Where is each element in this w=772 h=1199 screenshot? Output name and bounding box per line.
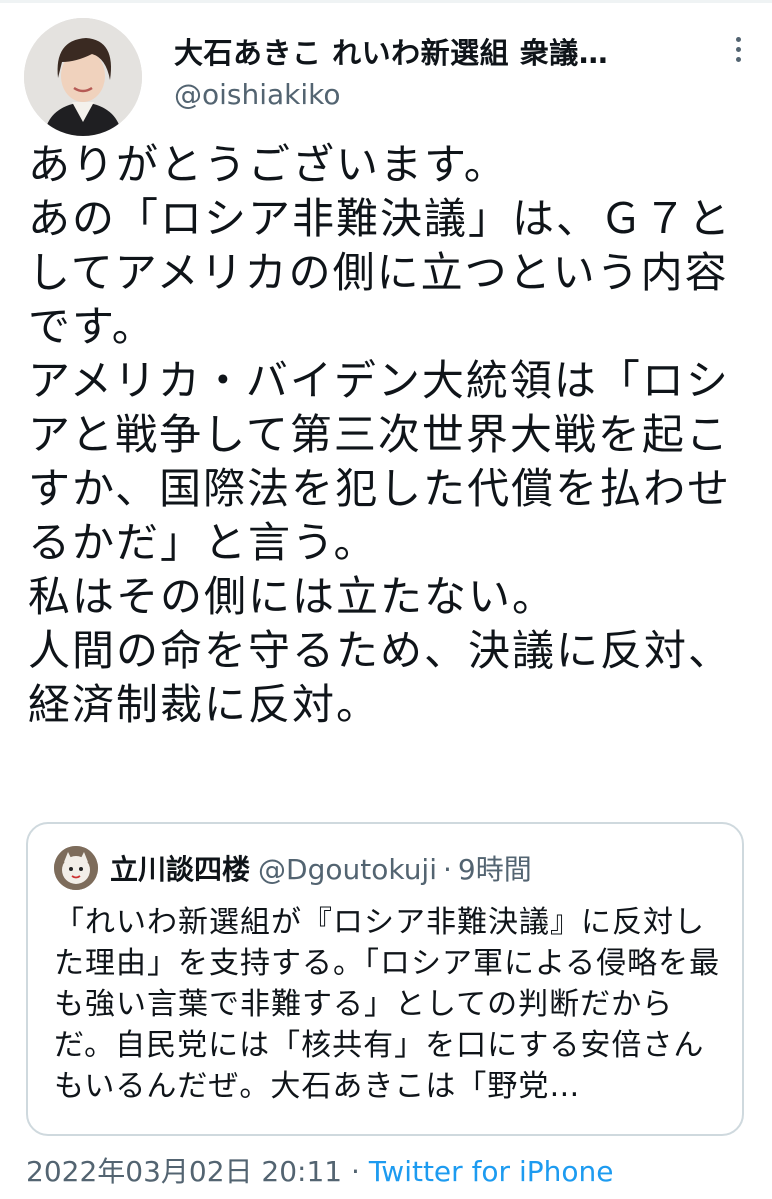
separator-dot: ·	[351, 1155, 360, 1188]
separator-dot: ·	[443, 853, 452, 886]
quoted-tweet-text: 「れいわ新選組が『ロシア非難決議』に反対した理由」を支持する。「ロシア軍による侵…	[54, 905, 721, 1104]
quoted-tweet-header: 立川談四楼 @Dgoutokuji · 9時間	[110, 848, 726, 888]
tweet-source-link[interactable]: Twitter for iPhone	[369, 1155, 614, 1188]
author-display-name[interactable]: 大石あきこ れいわ新選組 衆議…	[174, 30, 674, 72]
more-vertical-icon[interactable]	[728, 32, 748, 72]
author-avatar-image	[24, 18, 142, 136]
author-avatar[interactable]	[24, 18, 142, 136]
quoted-tweet-card[interactable]: 立川談四楼 @Dgoutokuji · 9時間 「れいわ新選組が『ロシア非難決議』に反…	[26, 822, 744, 1136]
more-dot	[735, 57, 741, 62]
quoted-author-avatar[interactable]	[54, 846, 98, 890]
more-dot	[735, 47, 741, 52]
top-divider	[0, 0, 772, 3]
tweet-text: ありがとうございます。 あの「ロシア非難決議」は、Ｇ７としてアメリカの側に立つと…	[28, 140, 733, 729]
author-handle[interactable]: @oishiakiko	[174, 78, 341, 111]
more-dot	[735, 37, 741, 42]
quoted-author-name[interactable]: 立川談四楼	[110, 853, 250, 886]
tweet-meta: 2022年03月02日 20:11 · Twitter for iPhone	[26, 1150, 614, 1190]
quoted-author-avatar-image	[54, 846, 98, 890]
quoted-author-handle[interactable]: @Dgoutokuji	[258, 853, 437, 886]
tweet-header: 大石あきこ れいわ新選組 衆議… @oishiakiko	[24, 18, 748, 136]
quoted-tweet-time[interactable]: 9時間	[458, 853, 532, 886]
tweet-timestamp[interactable]: 2022年03月02日 20:11	[26, 1155, 342, 1188]
